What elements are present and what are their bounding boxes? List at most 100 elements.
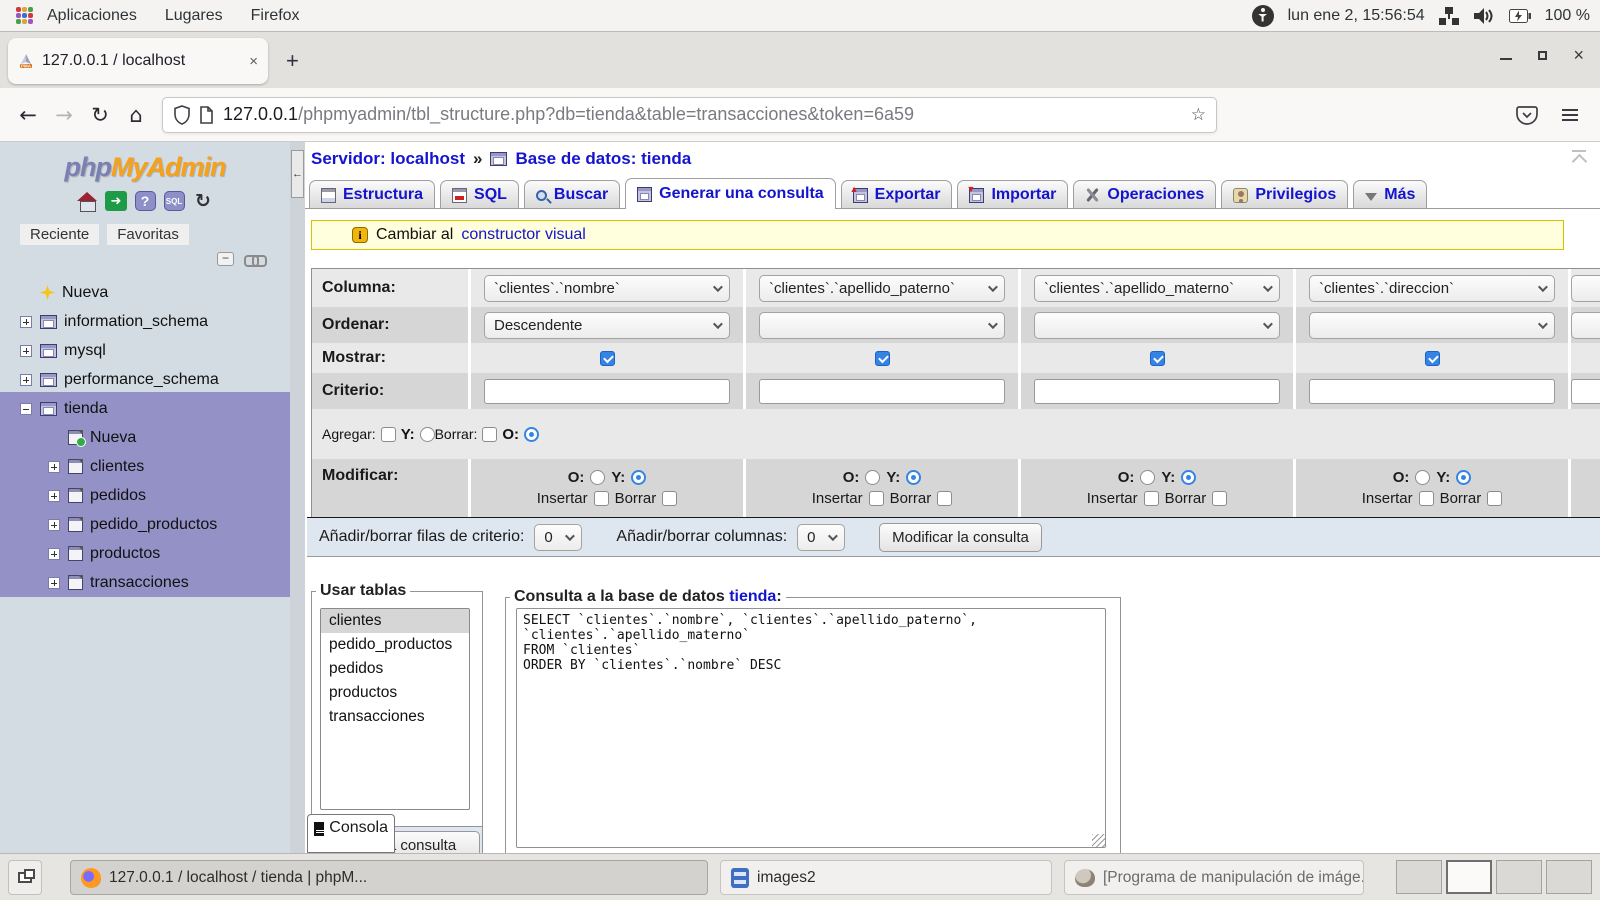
- refresh-icon[interactable]: ↻: [192, 190, 214, 212]
- list-item-pedidos[interactable]: pedidos: [321, 657, 469, 681]
- tab-buscar[interactable]: Buscar: [524, 180, 620, 208]
- tree-item-pedidos[interactable]: pedidos: [0, 481, 290, 510]
- menu-aplicaciones[interactable]: Aplicaciones: [33, 7, 151, 25]
- show-checkbox-3[interactable]: [1150, 351, 1165, 366]
- breadcrumb-database-link[interactable]: Base de datos: tienda: [515, 149, 691, 169]
- tab-importar[interactable]: Importar: [957, 180, 1068, 208]
- expand-icon[interactable]: [48, 490, 60, 502]
- or-radio[interactable]: [590, 470, 605, 485]
- tree-item-productos[interactable]: productos: [0, 539, 290, 568]
- taskbar-window-gimp[interactable]: [Programa de manipulación de imáge...: [1064, 860, 1364, 895]
- criteria-input-3[interactable]: [1034, 379, 1280, 404]
- pma-logo[interactable]: phpMyAdmin: [0, 152, 290, 183]
- and-radio[interactable]: [1456, 470, 1471, 485]
- tables-listbox[interactable]: clientes pedido_productos pedidos produc…: [320, 608, 470, 810]
- bookmark-star-icon[interactable]: ☆: [1191, 105, 1206, 125]
- panel-tab-favoritas[interactable]: Favoritas: [107, 224, 189, 245]
- tree-item-mysql[interactable]: mysql: [0, 336, 290, 365]
- expand-icon[interactable]: [48, 519, 60, 531]
- url-bar[interactable]: 127.0.0.1/phpmyadmin/tbl_structure.php?d…: [162, 97, 1217, 133]
- breadcrumb-server-link[interactable]: Servidor: localhost: [311, 149, 465, 169]
- sort-select-4[interactable]: [1309, 312, 1555, 339]
- db-link[interactable]: tienda: [729, 588, 776, 605]
- tab-exportar[interactable]: Exportar: [841, 180, 953, 208]
- sort-select-5-partial[interactable]: [1571, 312, 1600, 339]
- forward-button[interactable]: →: [46, 103, 82, 127]
- sort-select-3[interactable]: [1034, 312, 1280, 339]
- expand-icon[interactable]: [20, 374, 32, 386]
- workspace-2[interactable]: [1446, 860, 1492, 894]
- cols-count-select[interactable]: 0: [797, 524, 845, 551]
- help-icon[interactable]: ?: [134, 190, 156, 212]
- tab-estructura[interactable]: Estructura: [309, 180, 435, 208]
- list-item-clientes[interactable]: clientes: [321, 609, 469, 633]
- tree-item-tienda[interactable]: tienda: [0, 394, 290, 423]
- tree-item-clientes[interactable]: clientes: [0, 452, 290, 481]
- tree-item-new-table[interactable]: Nueva: [0, 423, 290, 452]
- workspace-1[interactable]: [1396, 860, 1442, 894]
- volume-icon[interactable]: [1473, 6, 1495, 26]
- list-item-transacciones[interactable]: transacciones: [321, 705, 469, 729]
- site-info-icon[interactable]: [199, 106, 214, 124]
- collapse-icon[interactable]: [20, 403, 32, 415]
- accessibility-icon[interactable]: [1252, 5, 1274, 27]
- insert-checkbox[interactable]: [594, 491, 609, 506]
- expand-icon[interactable]: [48, 461, 60, 473]
- or-radio[interactable]: [1140, 470, 1155, 485]
- criteria-input-4[interactable]: [1309, 379, 1555, 404]
- column-select-3[interactable]: `clientes`.`apellido_materno`: [1034, 275, 1280, 302]
- pocket-icon[interactable]: [1516, 105, 1538, 125]
- window-minimize-button[interactable]: [1500, 58, 1512, 60]
- back-button[interactable]: ←: [10, 103, 46, 127]
- sql-help-icon[interactable]: SQL: [163, 190, 185, 212]
- console-bar[interactable]: Consola: [307, 814, 395, 853]
- criteria-input-5-partial[interactable]: [1571, 379, 1600, 404]
- tab-close-icon[interactable]: ×: [249, 53, 258, 70]
- column-select-2[interactable]: `clientes`.`apellido_paterno`: [759, 275, 1005, 302]
- workspace-4[interactable]: [1546, 860, 1592, 894]
- sidebar-resizer[interactable]: ←: [290, 142, 305, 853]
- home-icon[interactable]: [76, 190, 98, 212]
- tab-generar-consulta[interactable]: Generar una consulta: [625, 178, 836, 209]
- ins-checkbox[interactable]: [381, 427, 396, 442]
- expand-icon[interactable]: [48, 577, 60, 589]
- workspace-3[interactable]: [1496, 860, 1542, 894]
- sql-textarea[interactable]: SELECT `clientes`.`nombre`, `clientes`.`…: [516, 608, 1106, 848]
- show-checkbox-2[interactable]: [875, 351, 890, 366]
- taskbar-window-firefox[interactable]: 127.0.0.1 / localhost / tienda | phpM...: [70, 860, 708, 895]
- and-radio[interactable]: [420, 427, 435, 442]
- update-query-button[interactable]: Modificar la consulta: [879, 523, 1042, 552]
- column-select-1[interactable]: `clientes`.`nombre`: [484, 275, 730, 302]
- logout-icon[interactable]: ➜: [105, 190, 127, 212]
- sort-select-1[interactable]: Descendente: [484, 312, 730, 339]
- menu-lugares[interactable]: Lugares: [151, 7, 237, 25]
- menu-firefox[interactable]: Firefox: [237, 7, 314, 25]
- tab-sql[interactable]: SQL: [440, 180, 519, 208]
- criteria-input-1[interactable]: [484, 379, 730, 404]
- visual-builder-link[interactable]: constructor visual: [461, 226, 586, 244]
- expand-icon[interactable]: [48, 548, 60, 560]
- or-radio[interactable]: [865, 470, 880, 485]
- window-close-button[interactable]: ×: [1573, 50, 1584, 60]
- column-select-4[interactable]: `clientes`.`direccion`: [1309, 275, 1555, 302]
- scroll-top-icon[interactable]: [1570, 150, 1590, 166]
- link-with-main-icon[interactable]: [244, 255, 264, 264]
- insert-checkbox[interactable]: [1419, 491, 1434, 506]
- tree-item-pedido-productos[interactable]: pedido_productos: [0, 510, 290, 539]
- collapse-all-button[interactable]: −: [217, 252, 234, 266]
- show-desktop-button[interactable]: [8, 860, 42, 895]
- shield-permissions-icon[interactable]: [173, 105, 191, 125]
- or-radio[interactable]: [524, 427, 539, 442]
- delete-checkbox[interactable]: [937, 491, 952, 506]
- menu-hamburger-icon[interactable]: [1562, 109, 1578, 111]
- sort-select-2[interactable]: [759, 312, 1005, 339]
- tree-item-information-schema[interactable]: information_schema: [0, 307, 290, 336]
- expand-icon[interactable]: [20, 316, 32, 328]
- list-item-pedido-productos[interactable]: pedido_productos: [321, 633, 469, 657]
- panel-tab-reciente[interactable]: Reciente: [20, 224, 99, 245]
- delete-checkbox[interactable]: [662, 491, 677, 506]
- home-button[interactable]: ⌂: [118, 103, 154, 127]
- resize-grip[interactable]: [1092, 834, 1105, 847]
- and-radio[interactable]: [631, 470, 646, 485]
- new-tab-button[interactable]: +: [286, 48, 299, 74]
